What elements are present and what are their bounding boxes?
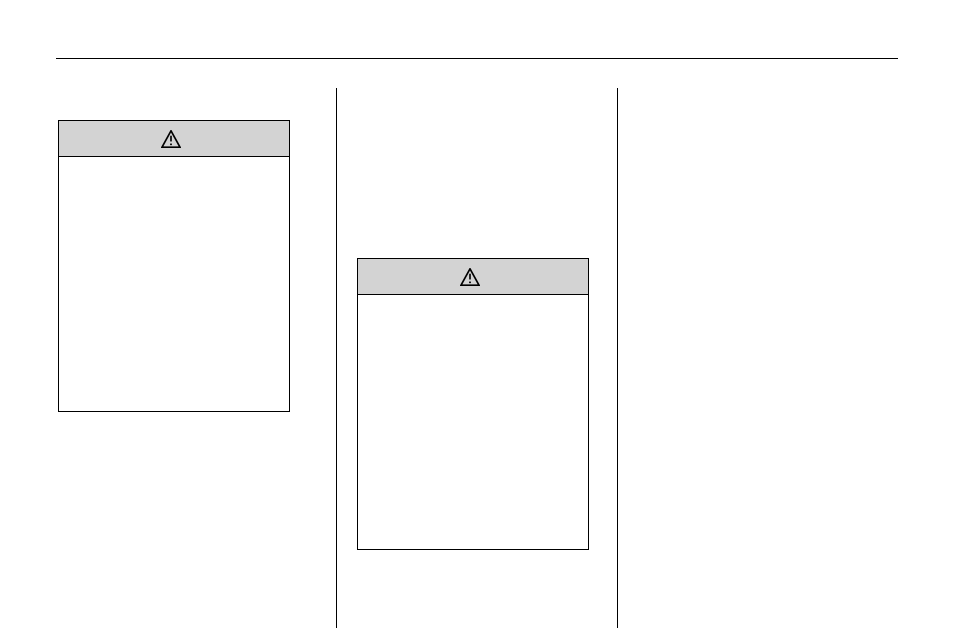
- content-columns: [56, 88, 898, 628]
- column-2: [337, 88, 617, 628]
- page-rule: [56, 58, 898, 59]
- column-1: [56, 88, 336, 628]
- warning-header: [358, 259, 588, 295]
- warning-body: [358, 295, 588, 315]
- warning-triangle-icon: [460, 268, 480, 286]
- warning-body: [59, 157, 289, 177]
- warning-triangle-icon: [161, 130, 181, 148]
- column-3: [618, 88, 898, 628]
- warning-header: [59, 121, 289, 157]
- warning-box: [357, 258, 589, 550]
- warning-box: [58, 120, 290, 412]
